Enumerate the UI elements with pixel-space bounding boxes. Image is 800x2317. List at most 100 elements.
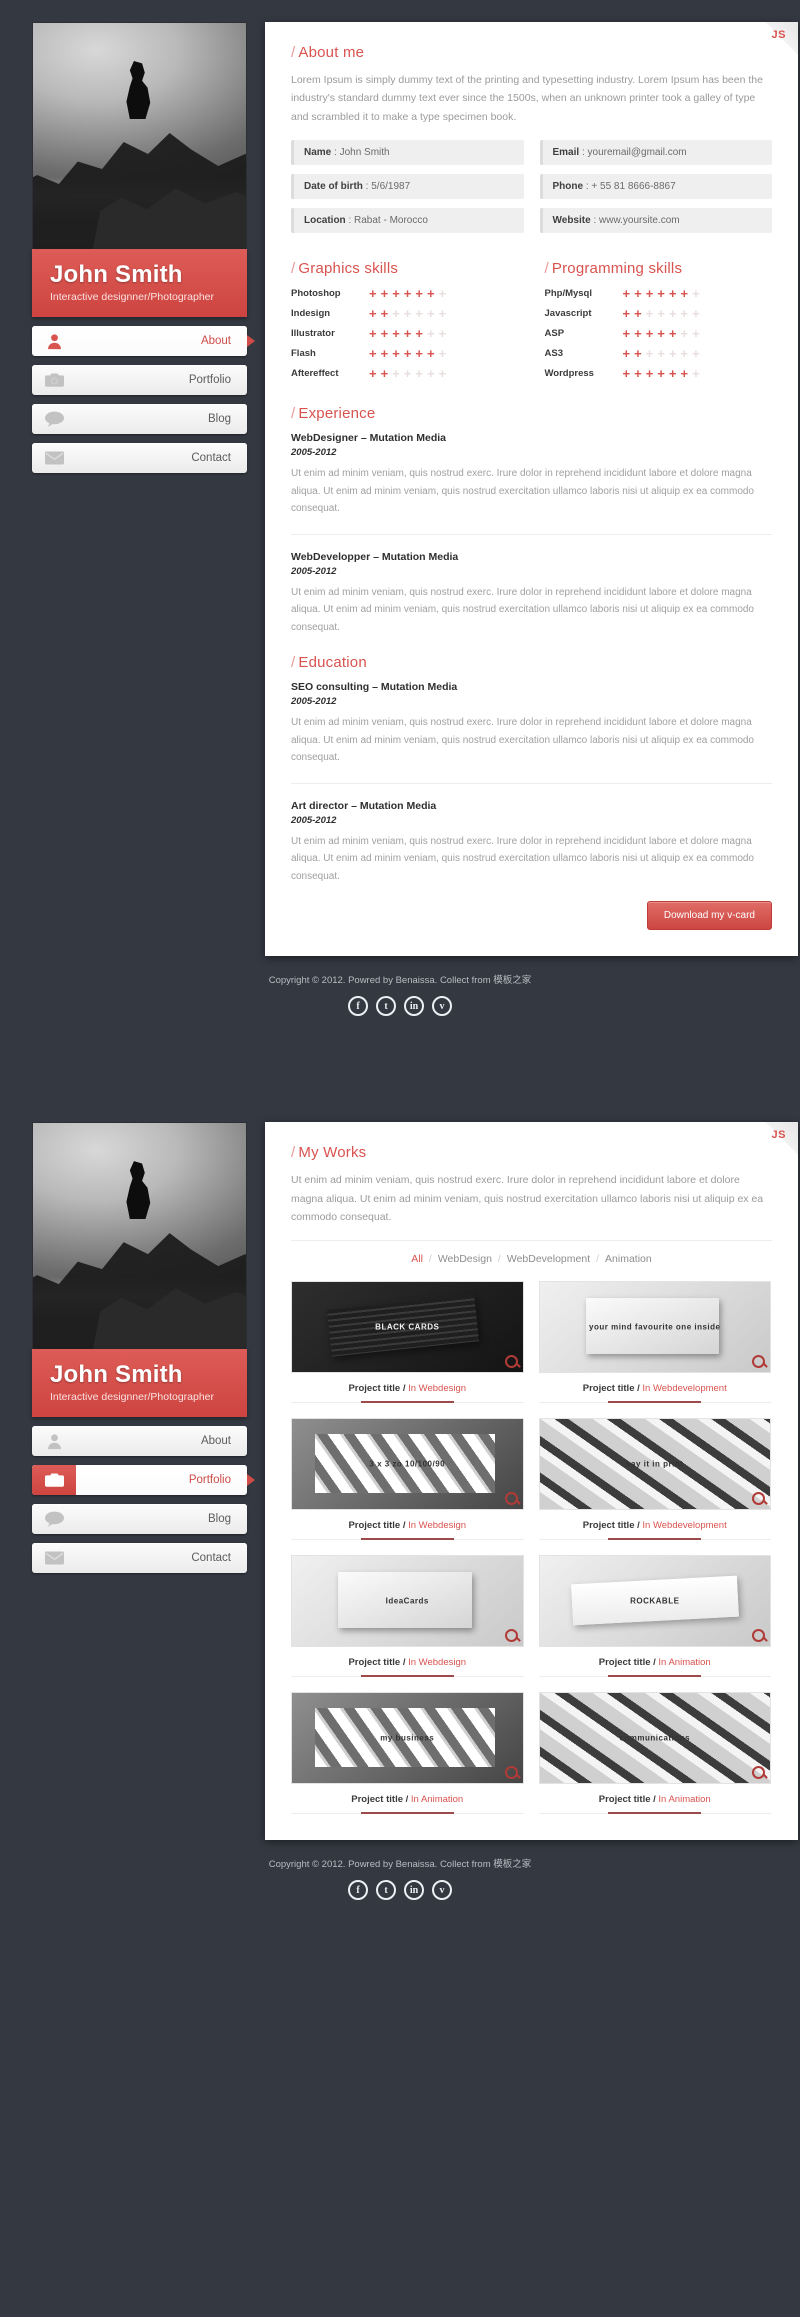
info-field-value: Rabat - Morocco [354, 215, 428, 227]
skill-rating-plus: + [634, 306, 642, 322]
nav-item-label: About [200, 335, 231, 348]
skill-rating-plus: + [668, 366, 677, 382]
about-heading: / About me [291, 44, 772, 61]
skill-rating-plus: + [380, 346, 389, 362]
skill-rating-plus: + [438, 346, 447, 362]
nav-item-label: Blog [207, 1513, 231, 1526]
nav-item-portfolio[interactable]: Portfolio [32, 1465, 255, 1496]
work-thumbnail[interactable]: ROCKABLE [538, 1555, 771, 1648]
skill-rating-plus: + [622, 346, 631, 362]
content-wrap-2: JS / My Works Ut enim ad minim veniam, qu… [247, 1122, 798, 1841]
nav-item-contact[interactable]: Contact [32, 1543, 247, 1574]
info-field-phone: Phone : + 55 81 8666-8867 [539, 174, 772, 200]
skill-rating-plus: + [403, 286, 412, 302]
skill-row: Photoshop + + + + + + + [291, 287, 519, 300]
profile-photo-2 [32, 1122, 247, 1351]
about-fields: Name : John Smith Date of birth : 5/6/198… [291, 140, 772, 242]
profile-role: Interactive designner/Photographer [50, 1391, 215, 1404]
skill-rating-plus: + [438, 306, 447, 322]
info-field-value: www.yoursite.com [599, 215, 680, 227]
experience-section: / Experience WebDesigner – Mutation Media… [291, 405, 772, 636]
work-caption: Project title / In Animation [598, 1657, 711, 1669]
work-thumbnail[interactable]: say it in print [538, 1418, 771, 1511]
work-card[interactable]: BLACK CARDS Project title / In Webdesign [291, 1281, 524, 1404]
work-caption: Project title / In Webdesign [348, 1383, 467, 1395]
skill-name: Flash [291, 348, 316, 360]
download-vcard-button[interactable]: Download my v-card [646, 901, 772, 931]
skill-rating-plus: + [380, 286, 389, 302]
work-card[interactable]: communications Project title / In Animati… [538, 1692, 771, 1815]
job-title: Art director – Mutation Media [291, 799, 437, 812]
nav-item-blog[interactable]: Blog [32, 1504, 247, 1535]
nav-item-about[interactable]: About [32, 326, 255, 357]
skill-rating-plus: + [380, 326, 389, 342]
zoom-icon[interactable] [504, 1492, 518, 1506]
about-fields-right: Email : youremail@gmail.com Phone : + 55 … [539, 140, 772, 242]
zoom-icon[interactable] [504, 1766, 518, 1780]
work-thumbnail[interactable]: communications [538, 1692, 771, 1785]
profile-namecard: John Smith Interactive designner/Photogr… [32, 249, 247, 318]
info-field-label: Name [304, 147, 332, 159]
twitter-icon[interactable]: t [376, 1880, 396, 1901]
nav-item-contact[interactable]: Contact [32, 443, 247, 474]
works-filter-all[interactable]: All [405, 1253, 429, 1265]
skill-rating-plus: + [668, 286, 677, 302]
facebook-icon[interactable]: f [348, 1880, 368, 1901]
photo-figure [126, 61, 151, 119]
skill-name: Aftereffect [291, 368, 339, 380]
vcard-button-wrap: Download my v-card [291, 901, 772, 931]
nav-item-blog[interactable]: Blog [32, 404, 247, 435]
skill-rating-plus: + [369, 366, 377, 382]
graphics-skills-heading-text: Graphics skills [298, 260, 399, 278]
skill-rating-plus: + [645, 306, 654, 322]
work-card[interactable]: say it in print Project title / In Webdev… [538, 1418, 771, 1541]
skill-rating-plus: + [645, 326, 654, 342]
work-caption-underline [291, 1675, 524, 1678]
vimeo-icon[interactable]: v [432, 996, 452, 1017]
education-section: / Education SEO consulting – Mutation Med… [291, 654, 772, 885]
work-category: In Webdesign [408, 1657, 467, 1669]
skill-rating-plus: + [392, 326, 400, 342]
job-title: WebDesigner – Mutation Media [291, 432, 446, 445]
about-intro: Lorem Ipsum is simply dummy text of the … [291, 74, 763, 123]
nav-item-label: Contact [191, 1552, 231, 1565]
works-filter-animation[interactable]: Animation [599, 1253, 658, 1265]
work-category: In Webdesign [408, 1383, 467, 1395]
work-card[interactable]: ROCKABLE Project title / In Animation [538, 1555, 771, 1678]
profile-name: John Smith [50, 1361, 183, 1389]
work-thumbnail[interactable]: IdeaCards [291, 1555, 524, 1648]
linkedin-icon[interactable]: in [404, 1880, 424, 1901]
work-thumbnail[interactable]: BLACK CARDS [291, 1281, 524, 1374]
twitter-icon[interactable]: t [376, 996, 396, 1017]
skill-rating-plus: + [634, 326, 642, 342]
skill-name: Javascript [544, 308, 592, 320]
skill-rating-plus: + [438, 326, 447, 342]
linkedin-icon[interactable]: in [404, 996, 424, 1017]
info-field-label: Email [552, 147, 580, 159]
work-card[interactable]: 3 x 3 zo 10/100/90 Project title / In Web… [291, 1418, 524, 1541]
vimeo-icon[interactable]: v [432, 1880, 452, 1901]
skill-rating-plus: + [680, 326, 689, 342]
nav-item-portfolio[interactable]: Portfolio [32, 365, 247, 396]
skill-rating-plus: + [622, 326, 631, 342]
work-card[interactable]: IdeaCards Project title / In Webdesign [291, 1555, 524, 1678]
skill-rating-plus: + [622, 286, 631, 302]
work-card[interactable]: your mind favourite one inside Project ti… [538, 1281, 771, 1404]
zoom-icon[interactable] [504, 1355, 518, 1369]
works-filter-webdesign[interactable]: WebDesign [432, 1253, 498, 1265]
work-thumbnail[interactable]: my business [291, 1692, 524, 1785]
skill-rating-plus: + [622, 306, 631, 322]
work-thumbnail[interactable]: your mind favourite one inside [538, 1281, 771, 1374]
zoom-icon[interactable] [504, 1629, 518, 1643]
social-links: f t in v [0, 1880, 800, 1901]
work-thumbnail[interactable]: 3 x 3 zo 10/100/90 [291, 1418, 524, 1511]
nav-item-about[interactable]: About [32, 1426, 247, 1457]
work-card[interactable]: my business Project title / In Animation [291, 1692, 524, 1815]
skill-rating-plus: + [680, 286, 689, 302]
programming-skills-column: / Programming skills Php/Mysql + + + + + + + Java… [545, 260, 773, 387]
skill-rating-plus: + [692, 346, 700, 362]
facebook-icon[interactable]: f [348, 996, 368, 1017]
nav-item-label: About [200, 1435, 231, 1448]
works-filter-webdevelopment[interactable]: WebDevelopment [501, 1253, 596, 1265]
skill-row: ASP + + + + + + + [545, 327, 773, 340]
